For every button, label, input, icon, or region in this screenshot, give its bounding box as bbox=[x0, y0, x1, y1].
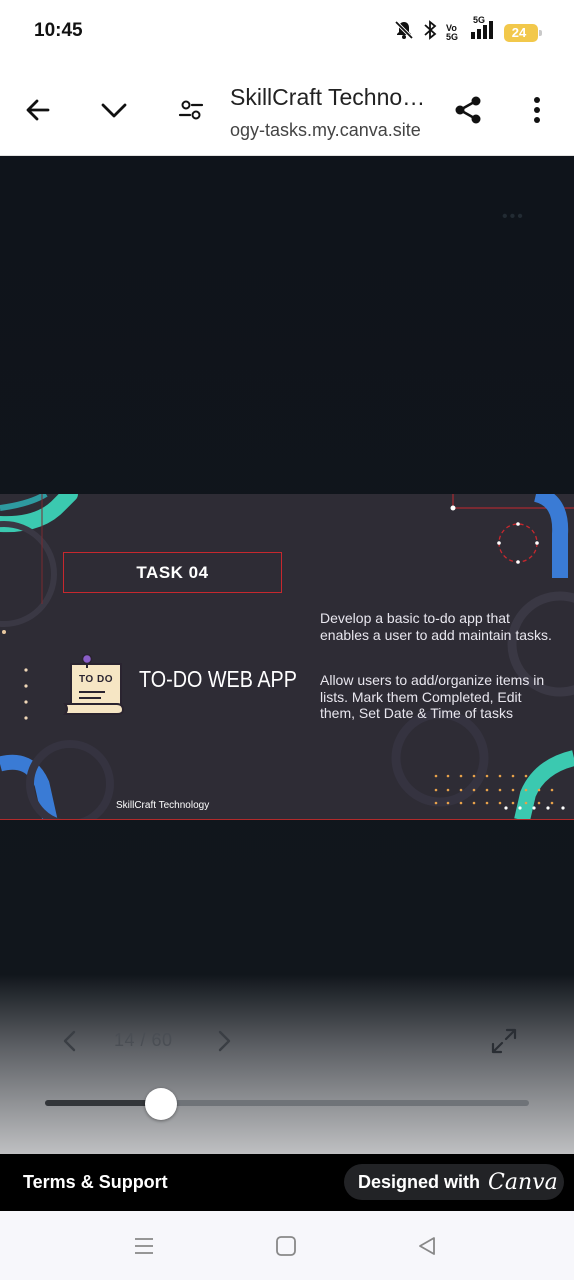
battery-level: 24 bbox=[511, 24, 527, 40]
task-label: TASK 04 bbox=[136, 562, 209, 582]
designed-with-label: Designed with bbox=[358, 1171, 481, 1192]
status-icons: Vo 5G 5G 24 bbox=[394, 16, 542, 45]
terms-support-link[interactable]: Terms & Support bbox=[23, 1172, 168, 1193]
fullscreen-icon[interactable] bbox=[488, 1026, 520, 1056]
task-label-box: TASK 04 bbox=[63, 552, 282, 593]
page-slider-handle[interactable] bbox=[145, 1088, 178, 1120]
page-slider-progress bbox=[45, 1100, 162, 1106]
canva-footer: Terms & Support Designed with Canva bbox=[0, 1154, 574, 1211]
page-title[interactable]: SkillCraft Techno… bbox=[230, 84, 440, 111]
mute-bell-icon bbox=[394, 20, 414, 45]
canva-logo: Canva bbox=[488, 1169, 558, 1195]
home-icon[interactable] bbox=[271, 1231, 301, 1261]
share-icon[interactable] bbox=[450, 92, 486, 128]
slide-viewer: ••• TASK 04 TO DO TO-DO WEB APP Develop … bbox=[0, 156, 574, 1154]
status-time: 10:45 bbox=[34, 20, 83, 41]
browser-toolbar: SkillCraft Techno… ogy-tasks.my.canva.si… bbox=[0, 64, 574, 156]
slide-brand: SkillCraft Technology bbox=[116, 800, 210, 811]
slide: TASK 04 TO DO TO-DO WEB APP Develop a ba… bbox=[0, 494, 574, 820]
battery-icon: 24 bbox=[504, 23, 542, 42]
back-triangle-icon[interactable] bbox=[412, 1231, 442, 1261]
designed-with-canva-button[interactable]: Designed with Canva bbox=[344, 1164, 564, 1200]
chevron-down-icon[interactable] bbox=[96, 92, 132, 128]
status-bar: 10:45 Vo 5G 5G 24 bbox=[0, 0, 574, 64]
system-nav-bar bbox=[0, 1211, 574, 1280]
more-vert-icon[interactable] bbox=[519, 92, 555, 128]
chevron-right-icon[interactable] bbox=[208, 1026, 240, 1056]
page-indicator: 14 / 60 bbox=[114, 1030, 173, 1050]
network-label: 5G bbox=[473, 15, 486, 25]
app-title: TO-DO WEB APP bbox=[139, 666, 297, 692]
tune-icon[interactable] bbox=[173, 92, 209, 128]
slide-options-icon[interactable]: ••• bbox=[502, 208, 525, 226]
todo-badge-text: TO DO bbox=[79, 674, 113, 685]
recents-icon[interactable] bbox=[129, 1231, 159, 1261]
description-2: Allow users to add/organize items in lis… bbox=[320, 672, 545, 721]
signal-icon: 5G bbox=[469, 16, 495, 45]
bluetooth-icon bbox=[423, 20, 437, 45]
back-arrow-icon[interactable] bbox=[20, 92, 56, 128]
page-url[interactable]: ogy-tasks.my.canva.site bbox=[230, 120, 436, 141]
chevron-left-icon[interactable] bbox=[54, 1026, 86, 1056]
description-1: Develop a basic to-do app that enables a… bbox=[320, 610, 552, 643]
todo-note-icon: TO DO bbox=[61, 653, 127, 721]
volte-icon: Vo 5G bbox=[446, 22, 459, 42]
screen: 10:45 Vo 5G 5G 24 SkillCraft Techno… ogy… bbox=[0, 0, 574, 1280]
